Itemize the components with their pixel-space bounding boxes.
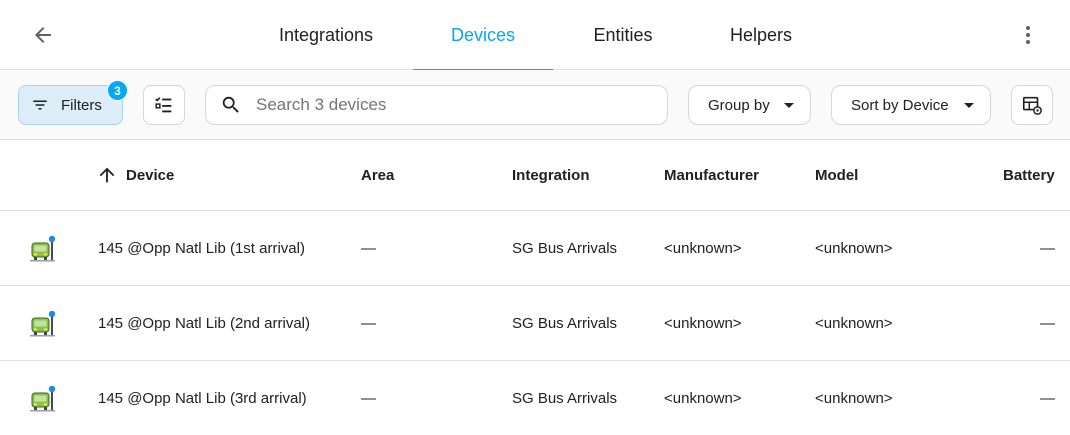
column-header-model[interactable]: Model <box>815 140 858 210</box>
device-integration: SG Bus Arrivals <box>512 315 618 332</box>
config-tabs: Integrations Devices Entities Helpers <box>0 0 1070 71</box>
group-by-button[interactable]: Group by <box>688 85 811 125</box>
tab-integrations[interactable]: Integrations <box>256 0 396 70</box>
selection-mode-button[interactable] <box>143 85 185 125</box>
overflow-menu-button[interactable] <box>1008 15 1048 55</box>
arrow-up-icon <box>99 167 115 183</box>
table-row[interactable]: 145 @Opp Natl Lib (1st arrival) — SG Bus… <box>0 211 1070 286</box>
device-area: — <box>361 315 376 332</box>
device-manufacturer: <unknown> <box>664 315 742 332</box>
device-model: <unknown> <box>815 315 893 332</box>
device-manufacturer: <unknown> <box>664 390 742 407</box>
column-header-integration[interactable]: Integration <box>512 140 590 210</box>
table-cog-icon <box>1022 96 1042 115</box>
magnify-icon <box>222 96 239 113</box>
device-area: — <box>361 390 376 407</box>
device-model: <unknown> <box>815 390 893 407</box>
device-name: 145 @Opp Natl Lib (1st arrival) <box>98 240 305 257</box>
menu-down-icon <box>964 103 974 108</box>
bus-stop-icon <box>28 211 58 286</box>
table-header: Device Area Integration Manufacturer Mod… <box>0 140 1070 211</box>
table-settings-button[interactable] <box>1011 85 1053 125</box>
device-name: 145 @Opp Natl Lib (2nd arrival) <box>98 315 310 332</box>
group-by-label: Group by <box>708 96 770 114</box>
tab-helpers[interactable]: Helpers <box>691 0 831 70</box>
devices-table: Device Area Integration Manufacturer Mod… <box>0 140 1070 435</box>
device-manufacturer: <unknown> <box>664 240 742 257</box>
column-header-manufacturer[interactable]: Manufacturer <box>664 140 759 210</box>
device-integration: SG Bus Arrivals <box>512 240 618 257</box>
menu-down-icon <box>784 103 794 108</box>
search-input[interactable] <box>256 95 656 115</box>
dots-vertical-icon <box>1026 26 1030 44</box>
sort-by-label: Sort by Device <box>851 96 949 114</box>
device-model: <unknown> <box>815 240 893 257</box>
filters-count-badge: 3 <box>107 80 128 101</box>
table-row[interactable]: 145 @Opp Natl Lib (2nd arrival) — SG Bus… <box>0 286 1070 361</box>
sort-by-button[interactable]: Sort by Device <box>831 85 991 125</box>
bus-stop-icon <box>28 361 58 435</box>
device-integration: SG Bus Arrivals <box>512 390 618 407</box>
tab-devices[interactable]: Devices <box>413 0 553 71</box>
tab-entities[interactable]: Entities <box>553 0 693 70</box>
table-row[interactable]: 145 @Opp Natl Lib (3rd arrival) — SG Bus… <box>0 361 1070 435</box>
bus-stop-icon <box>28 286 58 361</box>
device-battery: — <box>1040 240 1055 257</box>
device-battery: — <box>1040 390 1055 407</box>
top-app-bar: Integrations Devices Entities Helpers <box>0 0 1070 71</box>
column-header-device-label: Device <box>126 166 175 184</box>
device-area: — <box>361 240 376 257</box>
device-name: 145 @Opp Natl Lib (3rd arrival) <box>98 390 307 407</box>
column-header-battery[interactable]: Battery <box>1003 140 1055 210</box>
column-header-area[interactable]: Area <box>361 140 394 210</box>
device-battery: — <box>1040 315 1055 332</box>
search-field <box>205 85 668 125</box>
column-header-device[interactable]: Device <box>96 140 174 210</box>
checklist-icon <box>155 97 172 113</box>
filters-label: Filters <box>61 96 102 114</box>
filter-lines-icon <box>33 100 47 110</box>
table-toolbar: Filters 3 Group by Sort by Device <box>0 70 1070 140</box>
